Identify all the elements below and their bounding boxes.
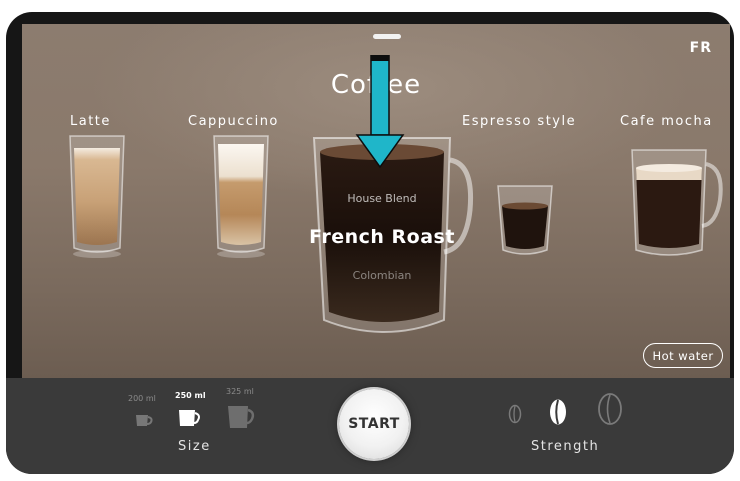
hot-water-button[interactable]: Hot water [643,343,723,368]
drink-label-latte[interactable]: Latte [70,114,111,129]
roast-option-next[interactable]: Colombian [302,269,462,282]
medium-cup-icon[interactable] [177,407,201,431]
swipe-down-arrow-icon [355,55,405,169]
size-option-325[interactable]: 325 ml [226,387,254,396]
large-cup-icon[interactable] [226,403,256,433]
roast-option-previous[interactable]: House Blend [302,192,462,205]
strength-bean-mild-icon[interactable] [508,404,522,424]
size-option-250[interactable]: 250 ml [175,391,206,400]
latte-glass-icon[interactable] [62,130,132,260]
small-cup-icon[interactable] [134,412,154,430]
cafe-mocha-mug-icon[interactable] [626,144,726,262]
language-toggle[interactable]: FR [690,40,712,56]
strength-bean-strong-icon[interactable] [596,392,624,426]
roast-option-selected[interactable]: French Roast [302,226,462,248]
pull-down-handle[interactable] [373,34,401,39]
strength-bean-medium-icon[interactable] [548,398,568,426]
drink-label-espresso-style[interactable]: Espresso style [462,114,576,129]
drink-label-cafe-mocha[interactable]: Cafe mocha [620,114,713,129]
start-button[interactable]: START [339,389,409,459]
size-option-200[interactable]: 200 ml [128,394,156,403]
size-label: Size [178,439,211,454]
cappuccino-glass-icon[interactable] [206,130,276,260]
drink-label-cappuccino[interactable]: Cappuccino [188,114,279,129]
espresso-glass-icon[interactable] [492,180,558,260]
strength-label: Strength [531,439,600,454]
